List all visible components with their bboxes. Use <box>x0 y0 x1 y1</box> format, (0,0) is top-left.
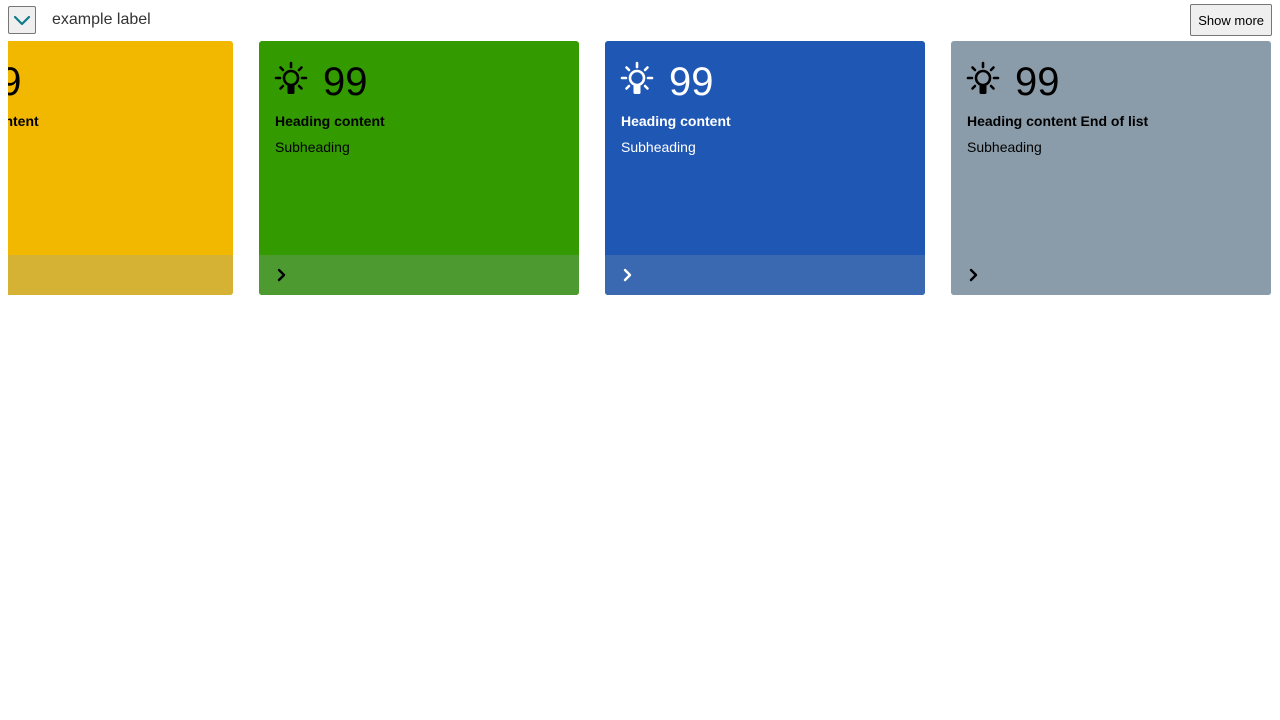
card-value: 99 <box>8 60 22 104</box>
card-value: 99 <box>323 60 368 104</box>
card-subheading: Subheading <box>621 139 696 155</box>
card-footer[interactable] <box>951 255 1271 295</box>
card-footer[interactable] <box>8 255 233 295</box>
chevron-right-icon <box>969 268 978 282</box>
toolbar-label: example label <box>52 11 151 28</box>
collapse-toggle-button[interactable] <box>8 6 36 34</box>
card-subheading: Subheading <box>967 139 1042 155</box>
chevron-right-icon <box>277 268 286 282</box>
lightbulb-icon <box>966 61 1000 94</box>
card-heading: Heading content <box>621 113 731 129</box>
card-value: 99 <box>669 60 714 104</box>
card-heading: Heading content <box>275 113 385 129</box>
card[interactable]: 99 Heading content Subheading <box>259 41 579 295</box>
show-more-button[interactable]: Show more <box>1190 4 1272 36</box>
toolbar: example label Show more <box>0 0 1280 40</box>
card-footer[interactable] <box>259 255 579 295</box>
chevron-down-icon <box>13 15 31 26</box>
card-footer[interactable] <box>605 255 925 295</box>
lightbulb-icon <box>620 61 654 94</box>
card-carousel[interactable]: 99 Heading content <box>8 41 1272 295</box>
card-heading: Heading content End of list <box>967 113 1149 129</box>
card-subheading: Subheading <box>275 139 350 155</box>
card-value: 99 <box>1015 60 1060 104</box>
card[interactable]: 99 Heading content Subheading <box>605 41 925 295</box>
card[interactable]: 99 Heading content <box>8 41 233 295</box>
card[interactable]: 99 Heading content End of list Subheadin… <box>951 41 1271 295</box>
lightbulb-icon <box>274 61 308 94</box>
card-heading: Heading content <box>8 113 39 129</box>
chevron-right-icon <box>623 268 632 282</box>
